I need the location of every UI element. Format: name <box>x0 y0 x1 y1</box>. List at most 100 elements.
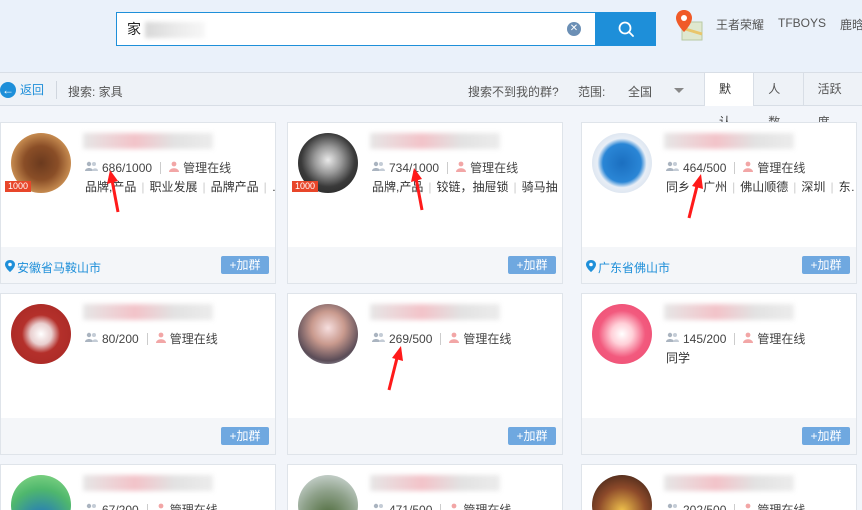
group-card[interactable]: 471/500 管理在线 <box>287 464 563 510</box>
group-tag: … <box>259 180 275 194</box>
group-card[interactable]: 686/1000管理在线1000品牌,产品职业发展品牌产品…安徽省马鞍山市+加群 <box>0 122 276 284</box>
group-card[interactable]: 80/200 管理在线 +加群 <box>0 293 276 455</box>
hot-link-1[interactable]: 王者荣耀 <box>716 16 764 33</box>
group-avatar[interactable] <box>592 133 652 193</box>
hot-link-3[interactable]: 鹿晗 <box>840 16 862 33</box>
location-label: 安徽省马鞍山市 <box>17 261 102 275</box>
members-icon <box>666 503 679 510</box>
card-footer: +加群 <box>288 418 562 454</box>
location-pin-icon <box>586 260 596 275</box>
group-tag: 骑马抽 … <box>508 180 562 194</box>
group-name-redacted <box>664 475 794 491</box>
group-name-redacted <box>370 475 500 491</box>
group-name-redacted <box>83 133 213 149</box>
group-avatar[interactable] <box>11 475 71 510</box>
join-group-button[interactable]: +加群 <box>802 427 850 445</box>
group-name-redacted <box>83 304 213 320</box>
group-tags: 品牌,产品铰链，抽屉锁骑马抽 … <box>372 178 562 195</box>
sort-tabs: 默认 人数 活跃度 <box>704 73 862 129</box>
card-footer: +加群 <box>1 418 275 454</box>
clear-icon[interactable]: ✕ <box>567 22 581 36</box>
back-label: 返回 <box>20 83 45 97</box>
location-label: 广东省佛山市 <box>598 261 671 275</box>
annotation-arrow-icon <box>107 170 120 213</box>
search-icon <box>618 21 634 37</box>
card-footer: +加群 <box>288 247 562 283</box>
annotation-arrow-icon <box>411 168 424 211</box>
annotation-arrow-icon <box>387 346 403 391</box>
admin-status: 管理在线 <box>757 161 806 175</box>
group-card[interactable]: 67/200 管理在线 <box>0 464 276 510</box>
member-count: 145/200 <box>683 331 727 346</box>
group-avatar[interactable] <box>592 475 652 510</box>
back-arrow-icon: ← <box>0 81 16 98</box>
capacity-badge: 1000 <box>292 181 318 192</box>
members-icon <box>372 161 385 175</box>
search-input-redacted <box>145 22 205 38</box>
range-value: 全国 <box>628 85 653 99</box>
tab-default[interactable]: 默认 <box>704 73 754 129</box>
group-card[interactable]: 269/500 管理在线 +加群 <box>287 293 563 455</box>
caret-down-icon <box>674 88 684 93</box>
admin-icon <box>743 503 753 510</box>
group-name-redacted <box>664 304 794 320</box>
search-button[interactable] <box>596 12 656 46</box>
tab-activity[interactable]: 活跃度 <box>802 73 862 129</box>
group-avatar[interactable] <box>298 475 358 510</box>
group-location[interactable]: 广东省佛山市 <box>586 259 670 276</box>
map-location-icon[interactable] <box>674 8 704 44</box>
join-group-button[interactable]: +加群 <box>508 427 556 445</box>
admin-status: 管理在线 <box>169 503 218 510</box>
search-keyword-label: 搜索: 家具 <box>68 85 123 99</box>
divider <box>56 81 57 99</box>
group-card[interactable]: 145/200 管理在线 同学 +加群 <box>581 293 857 455</box>
group-card[interactable]: 202/500 管理在线 <box>581 464 857 510</box>
admin-icon <box>456 161 467 175</box>
group-card[interactable]: 464/500管理在线同乡广州佛山顺德深圳东…广东省佛山市+加群 <box>581 122 857 284</box>
divider <box>734 503 736 510</box>
divider <box>146 332 148 345</box>
tab-members[interactable]: 人数 <box>753 73 802 129</box>
join-group-button[interactable]: +加群 <box>221 427 269 445</box>
card-footer: 安徽省马鞍山市 +加群 <box>1 247 275 283</box>
admin-icon <box>169 161 180 175</box>
group-meta: 734/1000 管理在线 <box>372 159 518 176</box>
range-select[interactable]: 全国 <box>628 83 688 100</box>
location-pin-icon <box>5 260 15 275</box>
divider <box>440 503 442 510</box>
hot-link-2[interactable]: TFBOYS <box>778 16 826 33</box>
top-search-area: ✕ 王者荣耀 TFBOYS 鹿晗 <box>0 0 862 72</box>
group-name-redacted <box>664 133 794 149</box>
annotation-arrow-icon <box>687 174 703 219</box>
back-button[interactable]: ← 返回 <box>0 81 44 98</box>
group-avatar[interactable] <box>592 304 652 364</box>
card-footer: 广东省佛山市 +加群 <box>582 247 856 283</box>
group-name-redacted <box>370 304 500 320</box>
group-location[interactable]: 安徽省马鞍山市 <box>5 259 101 276</box>
member-count: 202/500 <box>683 502 727 510</box>
members-icon <box>85 161 98 175</box>
group-tag: 东… <box>825 180 856 194</box>
admin-icon <box>155 332 166 346</box>
group-avatar[interactable] <box>298 304 358 364</box>
group-avatar[interactable] <box>11 304 71 364</box>
admin-status: 管理在线 <box>757 332 806 346</box>
hot-search-links: 王者荣耀 TFBOYS 鹿晗 <box>716 16 862 33</box>
member-count: 67/200 <box>102 502 139 510</box>
join-group-button[interactable]: +加群 <box>508 256 556 274</box>
group-meta: 471/500 管理在线 <box>372 501 511 510</box>
admin-icon <box>743 332 754 346</box>
search-box: ✕ <box>116 12 596 46</box>
not-found-link[interactable]: 搜索不到我的群? <box>468 83 559 100</box>
group-meta: 145/200 管理在线 <box>666 330 805 347</box>
members-icon <box>666 161 679 175</box>
admin-icon <box>156 503 166 510</box>
join-group-button[interactable]: +加群 <box>802 256 850 274</box>
group-name-redacted <box>370 133 500 149</box>
group-name-redacted <box>83 475 213 491</box>
divider <box>734 332 736 345</box>
group-tag: 佛山顺德 <box>727 180 788 194</box>
group-meta: 80/200 管理在线 <box>85 330 218 347</box>
join-group-button[interactable]: +加群 <box>221 256 269 274</box>
admin-status: 管理在线 <box>470 161 519 175</box>
